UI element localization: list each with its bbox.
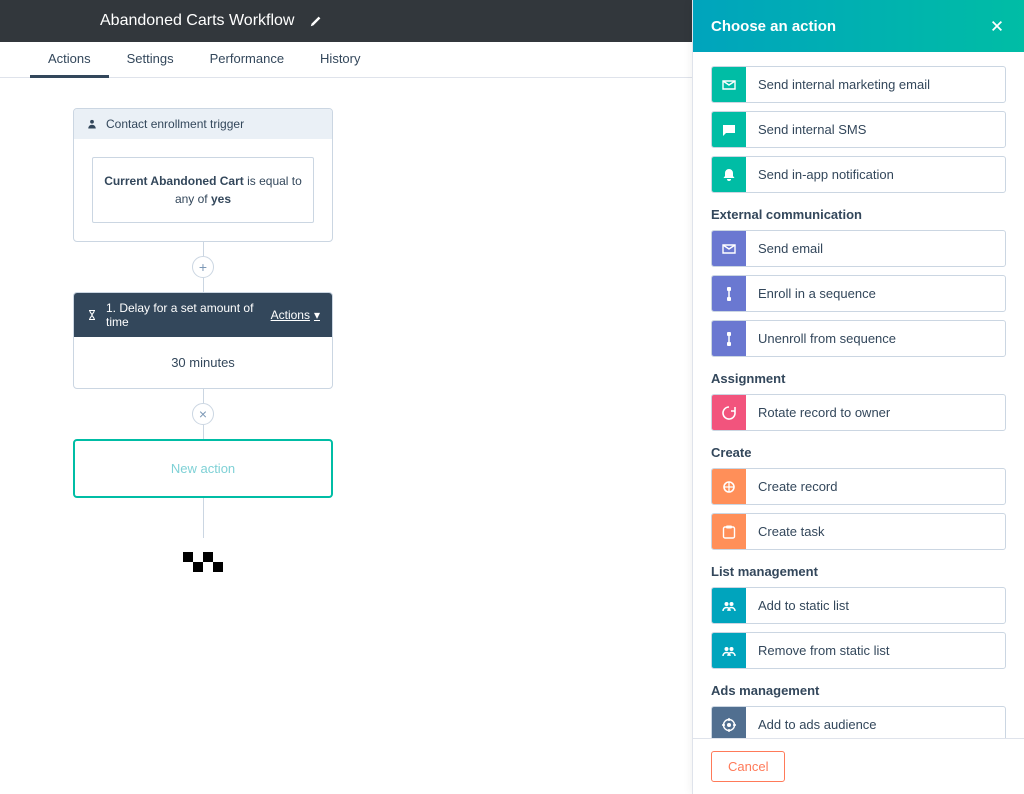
action-item-label: Add to static list: [746, 588, 1005, 623]
person-icon: [86, 118, 98, 130]
action-item-label: Send internal marketing email: [746, 67, 1005, 102]
panel-header: Choose an action: [693, 0, 1024, 52]
enrollment-trigger-header: Contact enrollment trigger: [74, 109, 332, 139]
end-flag-icon: [73, 552, 333, 572]
action-item[interactable]: Remove from static list: [711, 632, 1006, 669]
delay-value: 30 minutes: [74, 337, 332, 388]
action-chooser-panel: Choose an action Send internal marketing…: [692, 0, 1024, 794]
people-icon: [712, 633, 746, 668]
sms-icon: [712, 112, 746, 147]
panel-title: Choose an action: [711, 18, 836, 35]
action-item[interactable]: Send internal SMS: [711, 111, 1006, 148]
rotate-icon: [712, 395, 746, 430]
new-action-placeholder[interactable]: New action: [73, 439, 333, 498]
record-icon: [712, 469, 746, 504]
action-item-label: Send internal SMS: [746, 112, 1005, 147]
enrollment-trigger-label: Contact enrollment trigger: [106, 117, 244, 131]
action-item-label: Unenroll from sequence: [746, 321, 1005, 356]
action-item[interactable]: Add to ads audience: [711, 706, 1006, 738]
hourglass-icon: [86, 309, 98, 321]
email-icon: [712, 231, 746, 266]
panel-footer: Cancel: [693, 738, 1024, 794]
target-icon: [712, 707, 746, 738]
connector: ×: [73, 389, 333, 439]
workflow-title: Abandoned Carts Workflow: [100, 12, 294, 30]
group-title: External communication: [711, 207, 1006, 222]
action-item-label: Enroll in a sequence: [746, 276, 1005, 311]
close-panel-button[interactable]: [988, 17, 1006, 35]
action-item[interactable]: Send in-app notification: [711, 156, 1006, 193]
tab-history[interactable]: History: [302, 42, 378, 78]
bell-icon: [712, 157, 746, 192]
enrollment-trigger-card[interactable]: Contact enrollment trigger Current Aband…: [73, 108, 333, 242]
action-item-label: Create record: [746, 469, 1005, 504]
task-icon: [712, 514, 746, 549]
tab-settings[interactable]: Settings: [109, 42, 192, 78]
group-title: List management: [711, 564, 1006, 579]
trigger-condition[interactable]: Current Abandoned Cart is equal to any o…: [92, 157, 314, 223]
email-icon: [712, 67, 746, 102]
sequence-icon: [712, 321, 746, 356]
group-title: Create: [711, 445, 1006, 460]
delay-actions-label: Actions: [271, 308, 310, 322]
chevron-down-icon: ▾: [314, 308, 320, 322]
action-item[interactable]: Send email: [711, 230, 1006, 267]
tab-actions[interactable]: Actions: [30, 42, 109, 78]
group-title: Ads management: [711, 683, 1006, 698]
remove-step-button[interactable]: ×: [192, 403, 214, 425]
action-item[interactable]: Send internal marketing email: [711, 66, 1006, 103]
delay-actions-menu[interactable]: Actions ▾: [271, 308, 320, 322]
action-item-label: Rotate record to owner: [746, 395, 1005, 430]
action-item[interactable]: Unenroll from sequence: [711, 320, 1006, 357]
sequence-icon: [712, 276, 746, 311]
action-item-label: Send email: [746, 231, 1005, 266]
trigger-property: Current Abandoned Cart: [104, 174, 244, 188]
action-item-label: Remove from static list: [746, 633, 1005, 668]
group-title: Assignment: [711, 371, 1006, 386]
delay-step-title: 1. Delay for a set amount of time: [106, 301, 271, 329]
cancel-button[interactable]: Cancel: [711, 751, 785, 782]
delay-card-header: 1. Delay for a set amount of time Action…: [74, 293, 332, 337]
delay-card[interactable]: 1. Delay for a set amount of time Action…: [73, 292, 333, 389]
edit-title-icon[interactable]: [308, 13, 324, 29]
trigger-value: yes: [211, 192, 231, 206]
action-item[interactable]: Create task: [711, 513, 1006, 550]
connector: +: [73, 242, 333, 292]
tab-performance[interactable]: Performance: [192, 42, 302, 78]
action-item-label: Send in-app notification: [746, 157, 1005, 192]
action-item[interactable]: Create record: [711, 468, 1006, 505]
action-item[interactable]: Add to static list: [711, 587, 1006, 624]
add-step-button[interactable]: +: [192, 256, 214, 278]
action-item-label: Add to ads audience: [746, 707, 1005, 738]
action-item-label: Create task: [746, 514, 1005, 549]
action-item[interactable]: Rotate record to owner: [711, 394, 1006, 431]
new-action-label: New action: [171, 461, 235, 476]
action-item[interactable]: Enroll in a sequence: [711, 275, 1006, 312]
people-icon: [712, 588, 746, 623]
